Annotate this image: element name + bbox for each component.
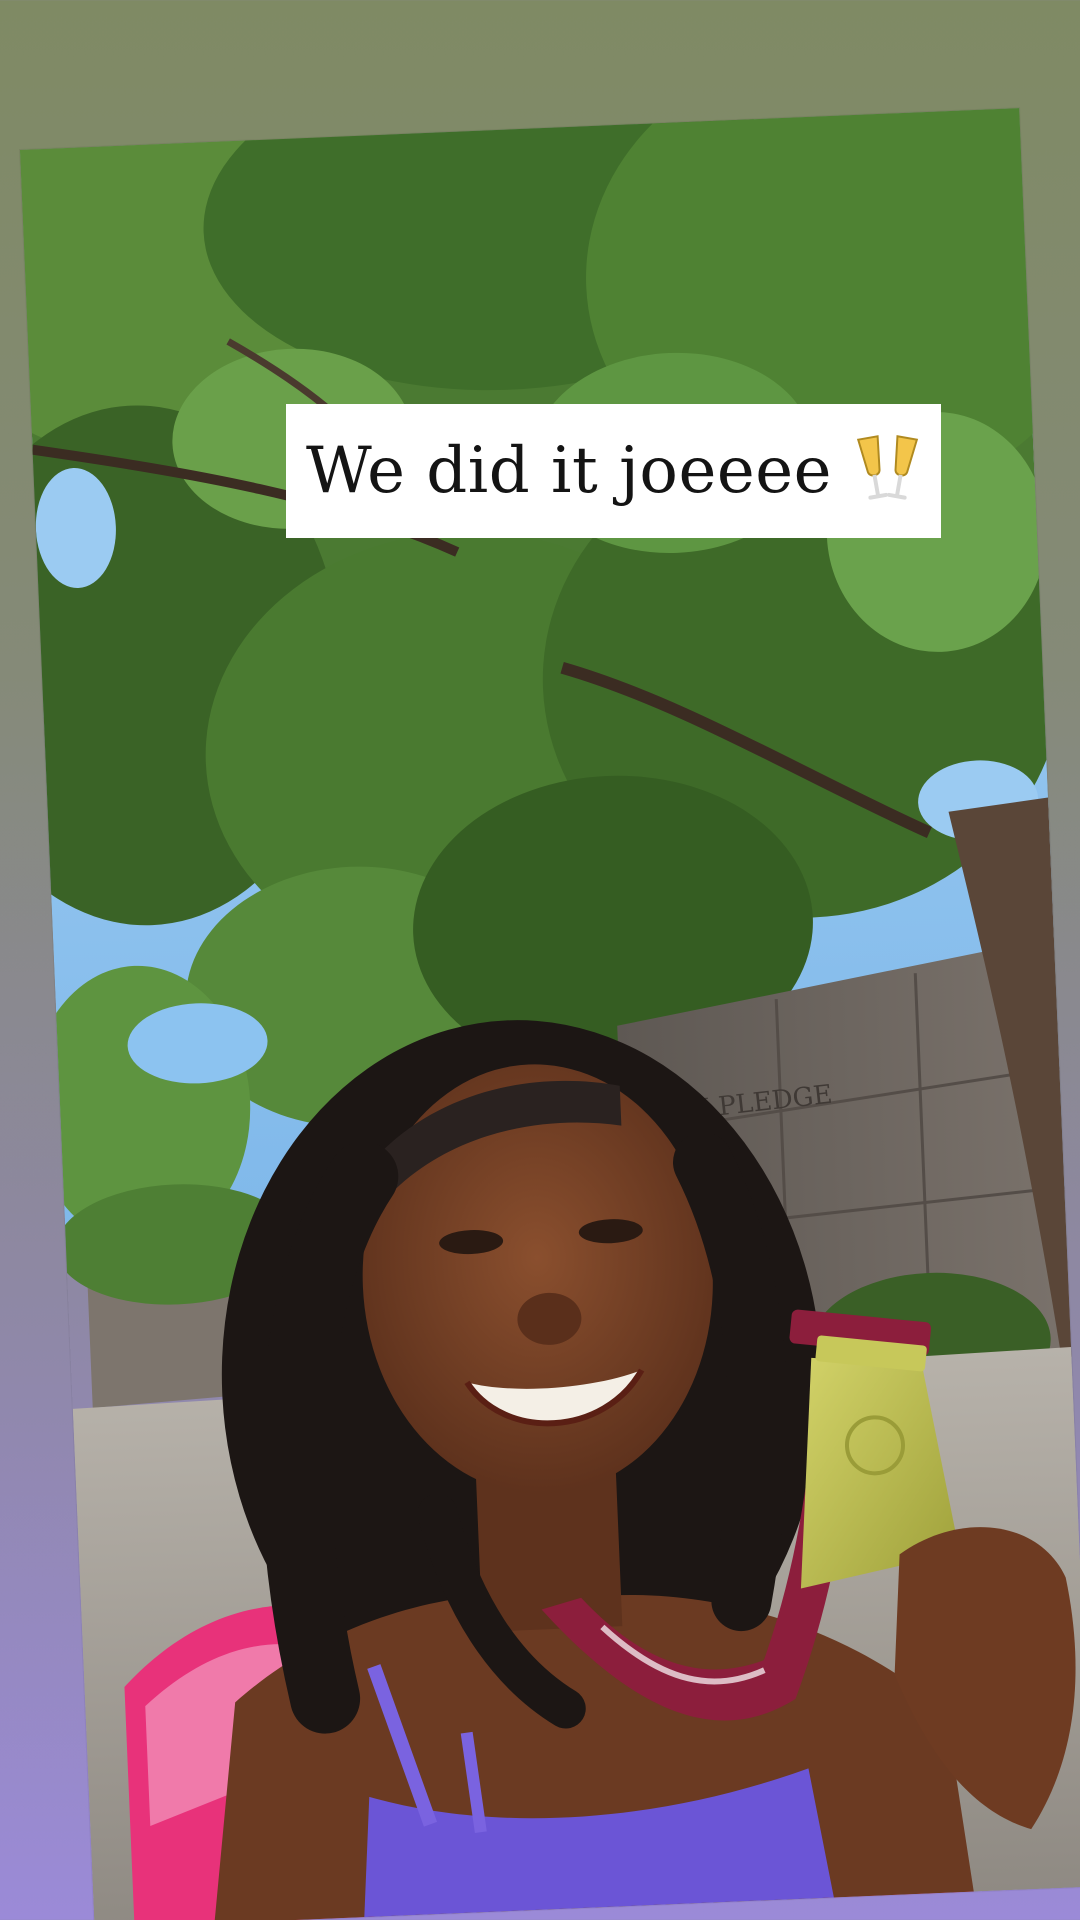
champagne-glasses-icon xyxy=(856,435,919,500)
photo-card: I PLEDGE xyxy=(20,108,1080,1920)
caption-sticker: We did it joeeee xyxy=(286,404,941,538)
photo-image: I PLEDGE xyxy=(20,108,1080,1920)
caption-text: We did it joeeee xyxy=(306,434,832,508)
